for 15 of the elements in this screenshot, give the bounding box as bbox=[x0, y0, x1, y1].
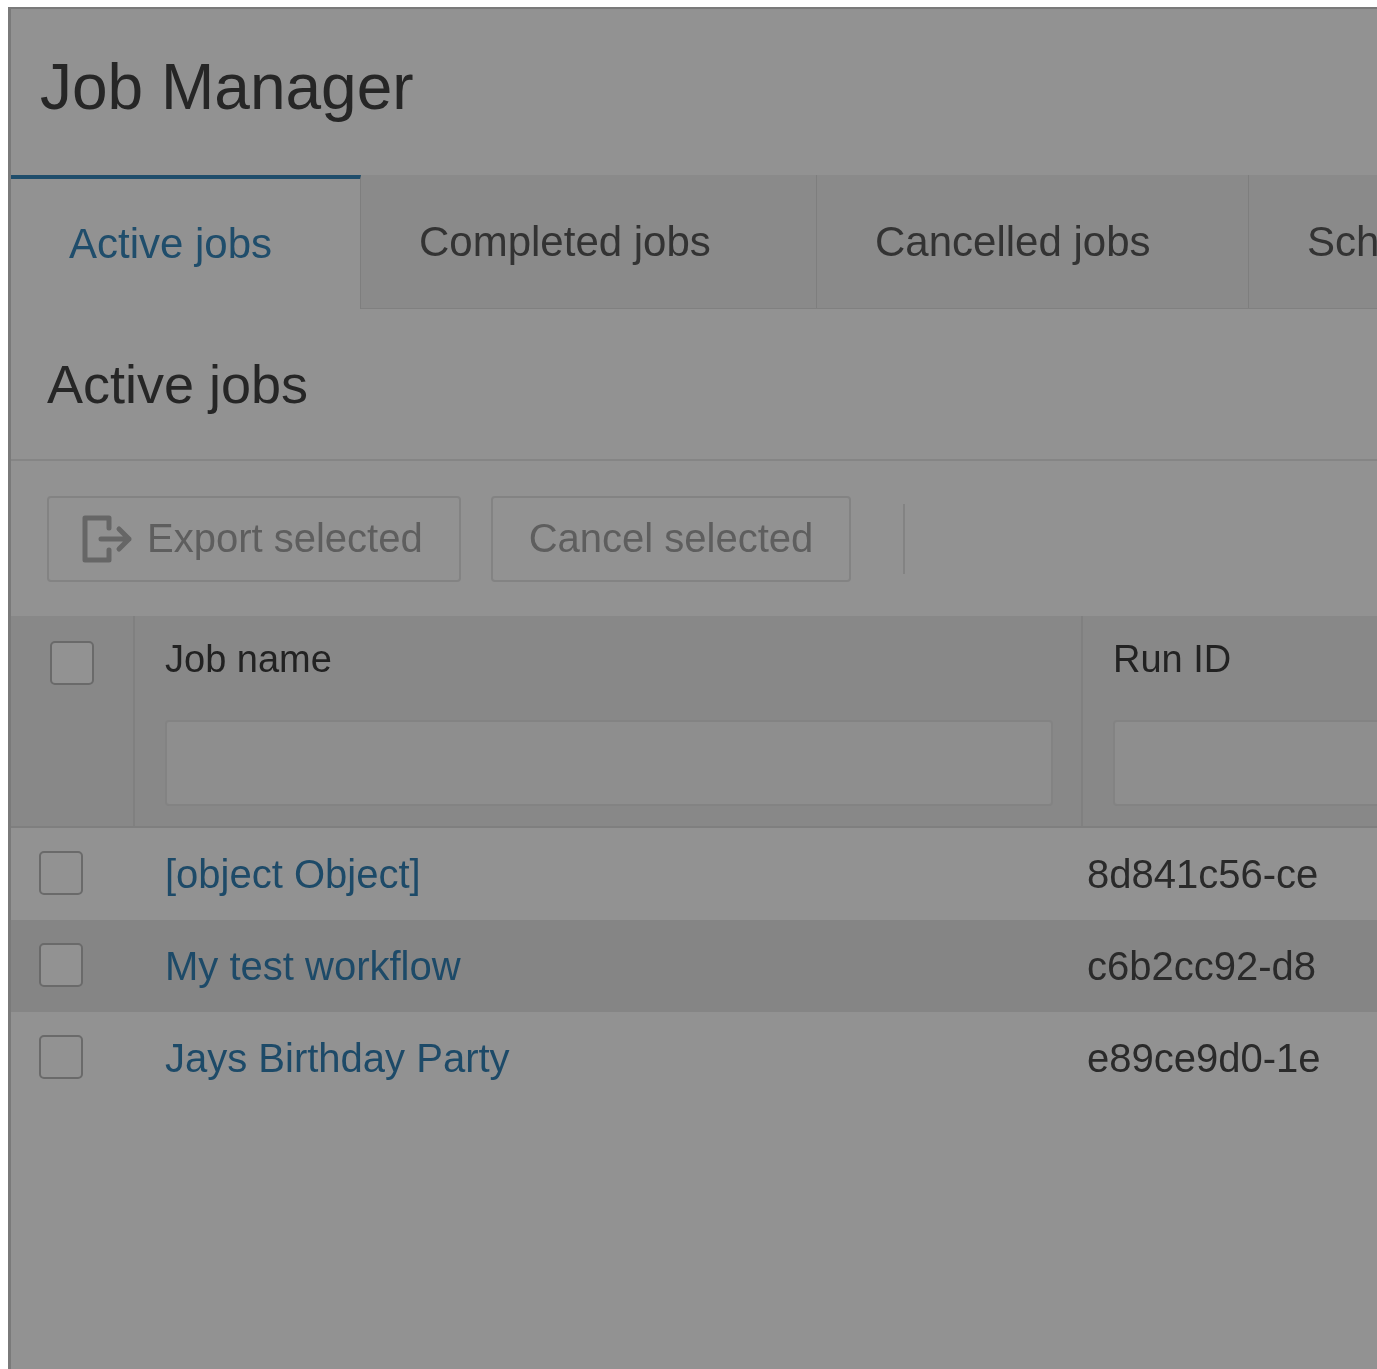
column-header[interactable]: Run ID bbox=[1113, 638, 1377, 702]
tab[interactable]: Active jobs bbox=[11, 175, 361, 309]
select-all-checkbox[interactable] bbox=[50, 641, 94, 685]
column-header[interactable]: Job name bbox=[165, 638, 1053, 702]
job-name-link[interactable]: My test workflow bbox=[165, 943, 461, 989]
job-name-link[interactable]: Jays Birthday Party bbox=[165, 1035, 510, 1081]
run-id: e89ce9d0-1e bbox=[1087, 1035, 1321, 1081]
job-name-link[interactable]: [object Object] bbox=[165, 851, 421, 897]
page-title: Job Manager bbox=[39, 50, 415, 125]
section-title: Active jobs bbox=[11, 309, 1377, 461]
row-checkbox[interactable] bbox=[39, 943, 83, 987]
row-checkbox[interactable] bbox=[39, 851, 83, 895]
run-id: 8d841c56-ce bbox=[1087, 851, 1319, 897]
row-checkbox[interactable] bbox=[39, 1035, 83, 1079]
run-id: c6b2cc92-d8 bbox=[1087, 943, 1317, 989]
